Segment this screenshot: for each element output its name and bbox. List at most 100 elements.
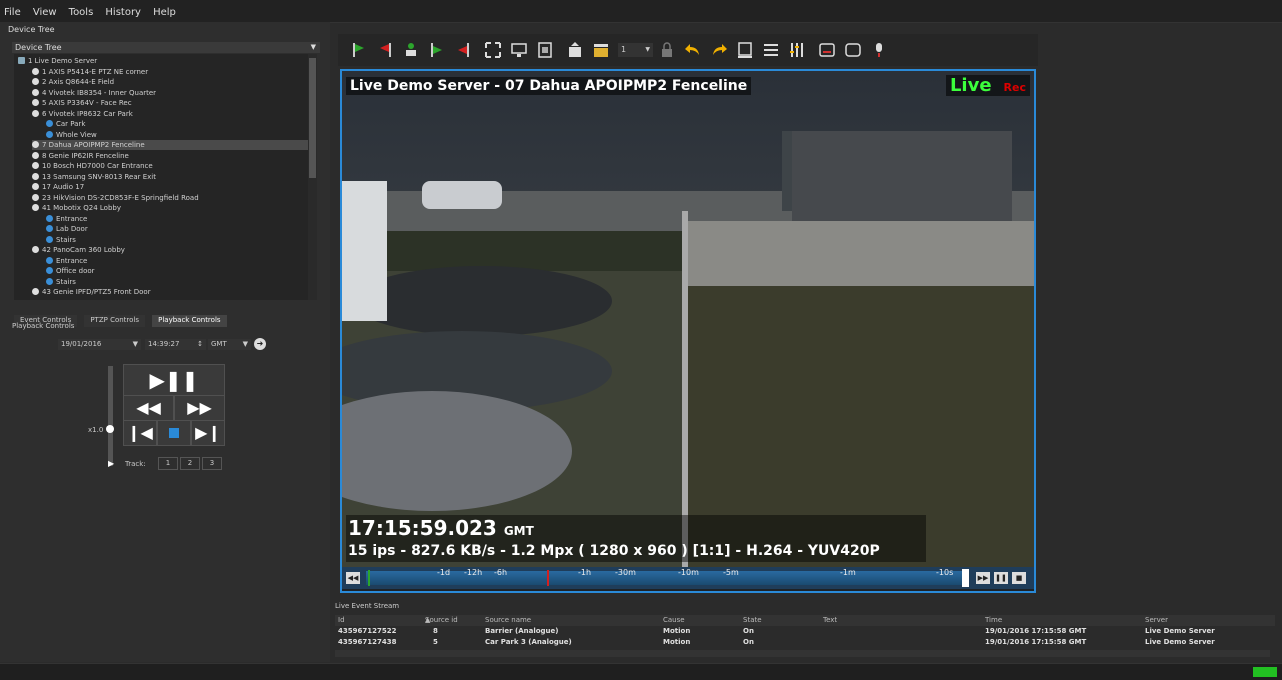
skip-to-start-button[interactable]: ❙◀ xyxy=(123,420,157,446)
menu-file[interactable]: File xyxy=(0,2,24,18)
tree-item[interactable]: 17 Audio 17 xyxy=(32,182,308,192)
flag-marker-green-icon[interactable] xyxy=(428,41,446,59)
column-header-source-name[interactable]: Source name xyxy=(485,615,531,626)
column-header-state[interactable]: State xyxy=(743,615,762,626)
cell-cause: Motion xyxy=(663,627,691,635)
people-icon[interactable] xyxy=(402,41,420,59)
fast-forward-button[interactable]: ▶▶ xyxy=(174,395,225,421)
lock-icon[interactable] xyxy=(658,41,676,59)
tree-item-label: Stairs xyxy=(56,235,76,244)
flag-end-icon[interactable] xyxy=(376,41,394,59)
column-header-text[interactable]: Text xyxy=(823,615,837,626)
page-select[interactable]: 1 ▼ xyxy=(618,43,653,57)
tree-item[interactable]: Car Park xyxy=(46,119,308,129)
tree-item[interactable]: 8 Genie IP62IR Fenceline xyxy=(32,151,308,161)
track-2-button[interactable]: 2 xyxy=(180,457,200,470)
tree-item[interactable]: 1 Live Demo Server xyxy=(18,56,308,66)
tree-item[interactable]: 6 Vivotek IP8632 Car Park xyxy=(32,109,308,119)
export-icon[interactable] xyxy=(566,41,584,59)
track-play-icon[interactable]: ▶ xyxy=(108,459,114,468)
menu-view[interactable]: View xyxy=(29,2,60,18)
tree-item[interactable]: 2 Axis Q8644-E Field xyxy=(32,77,308,87)
timezone-select[interactable]: GMT ▼ xyxy=(208,339,251,350)
tree-item[interactable]: Entrance xyxy=(46,214,308,224)
tree-item[interactable]: 43 Genie IPFD/PTZ5 Front Door xyxy=(32,287,308,297)
cell-id: 435967127438 xyxy=(338,638,397,646)
menu-help[interactable]: Help xyxy=(149,2,179,18)
tab-playback-controls[interactable]: Playback Controls xyxy=(152,315,227,327)
play-pause-button[interactable]: ▶❚❚ xyxy=(123,364,225,396)
tree-item[interactable]: 10 Bosch HD7000 Car Entrance xyxy=(32,161,308,171)
column-header-time[interactable]: Time xyxy=(985,615,1002,626)
equalizer-icon[interactable] xyxy=(788,41,806,59)
playback-time-field[interactable]: 14:39:27 ↕ xyxy=(145,339,206,350)
tree-item[interactable]: 5 AXIS P3364V - Face Rec xyxy=(32,98,308,108)
track-1-button[interactable]: 1 xyxy=(158,457,178,470)
fullscreen-icon[interactable] xyxy=(484,41,502,59)
microphone-icon[interactable] xyxy=(870,41,888,59)
subtitle-icon[interactable] xyxy=(818,41,836,59)
layout-single-icon[interactable] xyxy=(736,41,754,59)
tree-item[interactable]: 1 AXIS P5414-E PTZ NE corner xyxy=(32,67,308,77)
tab-ptzp-controls[interactable]: PTZP Controls xyxy=(84,315,146,327)
column-header-server[interactable]: Server xyxy=(1145,615,1168,626)
tree-item[interactable]: Entrance xyxy=(46,256,308,266)
timeline-rewind-button[interactable]: ◀◀ xyxy=(346,572,360,584)
tree-item[interactable]: 7 Dahua APOIPMP2 Fenceline xyxy=(32,140,308,150)
tree-item[interactable]: 41 Mobotix Q24 Lobby xyxy=(32,203,308,213)
tree-item[interactable]: Lab Door xyxy=(46,224,308,234)
stop-button[interactable] xyxy=(157,420,191,446)
skip-to-end-button[interactable]: ▶❙ xyxy=(191,420,225,446)
timeline-stop-button[interactable]: ■ xyxy=(1012,572,1026,584)
column-header-source-id-label: Source id xyxy=(425,616,458,624)
column-header-id[interactable]: Id xyxy=(338,615,345,626)
tree-item[interactable]: 4 Vivotek IB8354 - Inner Quarter xyxy=(32,88,308,98)
redo-icon[interactable] xyxy=(710,41,728,59)
speed-slider[interactable] xyxy=(108,366,113,466)
menu-tools[interactable]: Tools xyxy=(65,2,97,18)
rewind-button[interactable]: ◀◀ xyxy=(123,395,174,421)
tree-item-label: 6 Vivotek IP8632 Car Park xyxy=(42,109,133,118)
cell-server: Live Demo Server xyxy=(1145,627,1215,635)
flag-marker-red-icon[interactable] xyxy=(454,41,472,59)
tree-item[interactable]: 23 HikVision DS-2CD853F-E Springfield Ro… xyxy=(32,193,308,203)
timeline-label: -10s xyxy=(936,568,954,577)
flag-start-icon[interactable] xyxy=(350,41,368,59)
tree-item[interactable]: Office door xyxy=(46,266,308,276)
device-tree-scrollbar[interactable] xyxy=(308,54,317,300)
timeline-fast-forward-button[interactable]: ▶▶ xyxy=(976,572,990,584)
playback-date-field[interactable]: 19/01/2016 ▼ xyxy=(58,339,141,350)
table-row[interactable]: 435967127438 5 Car Park 3 (Analogue) Mot… xyxy=(335,637,1275,648)
undo-icon[interactable] xyxy=(684,41,702,59)
timeline-playhead[interactable] xyxy=(962,569,969,587)
timeline-bar[interactable] xyxy=(366,571,962,585)
tree-item[interactable]: Stairs xyxy=(46,277,308,287)
timeline[interactable]: ◀◀ -1d -12h -6h -1h -30m -10m -5m -1m -1… xyxy=(342,567,1034,589)
device-tree-combo[interactable]: Device Tree ▼ xyxy=(12,42,320,53)
clapper-icon[interactable] xyxy=(592,41,610,59)
tree-item[interactable]: 42 PanoCam 360 Lobby xyxy=(32,245,308,255)
camera-icon xyxy=(32,288,39,295)
event-stream-hscrollbar[interactable] xyxy=(335,650,1270,657)
tree-item-label: Car Park xyxy=(56,120,86,128)
timeline-label: -1d xyxy=(437,568,451,577)
window-icon[interactable] xyxy=(844,41,862,59)
play-pause-icon: ▶❚❚ xyxy=(149,368,199,392)
list-icon[interactable] xyxy=(762,41,780,59)
scrollbar-thumb[interactable] xyxy=(309,58,316,178)
speed-slider-knob[interactable] xyxy=(106,425,114,433)
timeline-pause-button[interactable]: ❚❚ xyxy=(994,572,1008,584)
tree-item[interactable]: Whole View xyxy=(46,130,308,140)
table-row[interactable]: 435967127522 8 Barrier (Analogue) Motion… xyxy=(335,626,1275,637)
tree-item[interactable]: 13 Samsung SNV-8013 Rear Exit xyxy=(32,172,308,182)
snapshot-icon[interactable] xyxy=(536,41,554,59)
video-viewer[interactable]: Live Demo Server - 07 Dahua APOIPMP2 Fen… xyxy=(340,69,1036,593)
tree-item[interactable]: Stairs xyxy=(46,235,308,245)
menu-history[interactable]: History xyxy=(101,2,144,18)
event-stream-table: Id ▲ Source id Source name Cause State T… xyxy=(335,615,1275,648)
go-arrow-icon[interactable]: ➜ xyxy=(254,338,266,350)
column-header-cause[interactable]: Cause xyxy=(663,615,685,626)
camera-title: Live Demo Server - 07 Dahua APOIPMP2 Fen… xyxy=(346,77,752,95)
track-3-button[interactable]: 3 xyxy=(202,457,222,470)
monitor-icon[interactable] xyxy=(510,41,528,59)
